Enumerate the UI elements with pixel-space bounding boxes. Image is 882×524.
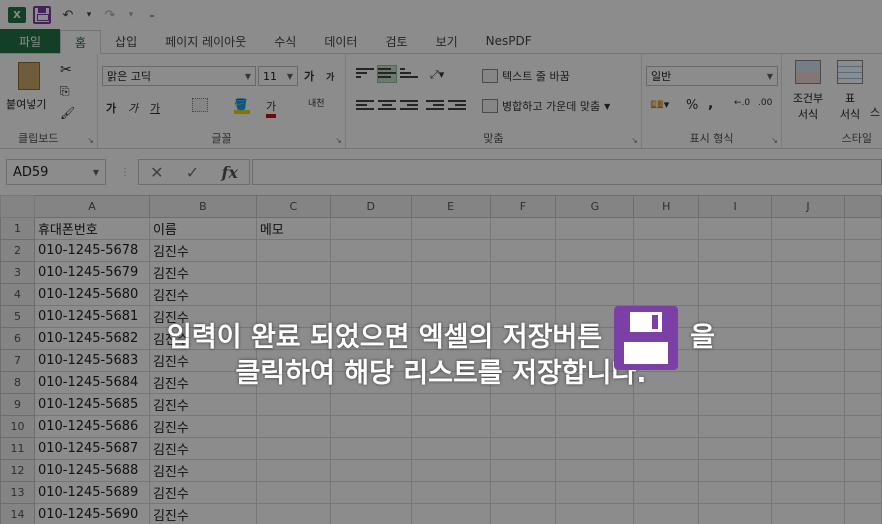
caption-line-1-text: 입력이 완료 되었으면 엑셀의 저장버튼 bbox=[167, 322, 603, 353]
dim-overlay bbox=[0, 0, 882, 524]
caption-line-2: 클릭하여 해당 리스트를 저장합니다. bbox=[235, 358, 647, 389]
save-icon bbox=[614, 306, 679, 370]
caption-line-1-suffix: 을 bbox=[690, 322, 715, 353]
instruction-caption: 입력이 완료 되었으면 엑셀의 저장버튼 을 클릭하여 해당 리스트를 저장합니… bbox=[0, 306, 882, 394]
